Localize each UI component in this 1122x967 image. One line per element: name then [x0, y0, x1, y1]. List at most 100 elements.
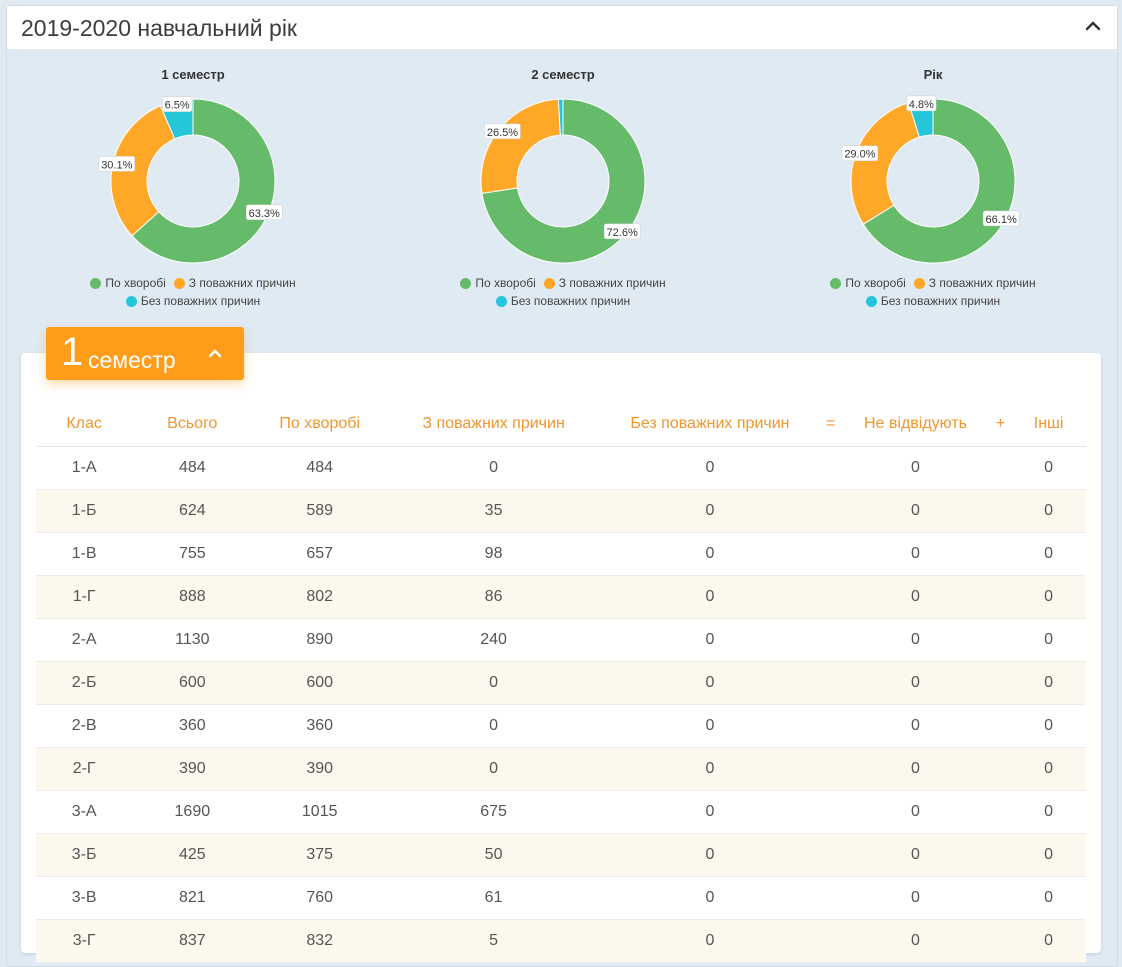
legend-dot-icon — [90, 278, 102, 289]
collapse-chevron-up-icon[interactable] — [1083, 16, 1103, 36]
table-row: 2-Г 390 390 0 0 0 0 — [36, 747, 1086, 791]
table-cell: 3-В — [36, 876, 133, 920]
table-cell: 2-А — [36, 618, 133, 662]
legend-item[interactable]: Без поважних причин — [495, 294, 630, 308]
panel-header[interactable]: 2019-2020 навчальний рік — [7, 6, 1117, 50]
table-cell: 0 — [600, 489, 820, 533]
table-cell: 3-А — [36, 790, 133, 834]
table-row: 2-В 360 360 0 0 0 0 — [36, 704, 1086, 748]
legend-dot-icon — [460, 278, 472, 289]
table-cell: 890 — [252, 618, 388, 662]
table-cell: 0 — [387, 704, 601, 748]
column-header[interactable]: Клас — [36, 402, 133, 447]
table-cell — [819, 575, 842, 619]
slice-data-label: 66.1% — [982, 210, 1020, 227]
panel-title: 2019-2020 навчальний рік — [21, 15, 297, 41]
legend-item[interactable]: По хворобі — [830, 276, 906, 290]
table-cell: 1-Г — [36, 575, 133, 619]
table-cell — [989, 446, 1012, 490]
legend-label: Без поважних причин — [880, 294, 1001, 308]
donut-chart-semester-2: 72.6% 26.5% 2 семестр По хворобі З поважних … — [433, 51, 693, 311]
table-cell — [989, 618, 1012, 662]
legend-item[interactable]: По хворобі — [460, 276, 536, 290]
table-cell: 35 — [387, 489, 601, 533]
table-cell — [819, 790, 842, 834]
semester-toggle-button[interactable]: 1 семестр — [46, 327, 244, 380]
svg-text:4.8%: 4.8% — [909, 99, 934, 111]
table-cell: 0 — [1011, 446, 1086, 490]
table-cell: 657 — [252, 532, 388, 576]
column-header[interactable]: По хворобі — [252, 402, 388, 447]
table-row: 3-А 1690 1015 675 0 0 0 — [36, 790, 1086, 834]
table-cell: 0 — [841, 747, 990, 791]
column-header[interactable]: + — [989, 402, 1012, 447]
table-cell: 1690 — [132, 790, 253, 834]
donut-chart-semester-1: 63.3% 30.1% 6.5% 1 семестр По хворобі З поваж… — [63, 51, 323, 311]
table-cell: 675 — [387, 790, 601, 834]
table-cell: 2-В — [36, 704, 133, 748]
table-cell: 0 — [1011, 790, 1086, 834]
legend-item[interactable]: З поважних причин — [173, 276, 296, 290]
table-cell: 0 — [1011, 618, 1086, 662]
table-row: 3-Г 837 832 5 0 0 0 — [36, 919, 1086, 963]
table-cell: 0 — [600, 618, 820, 662]
table-cell: 0 — [841, 704, 990, 748]
column-header[interactable]: Інші — [1011, 402, 1086, 447]
table-cell: 0 — [387, 661, 601, 705]
donut-chart-year: 66.1% 29.0% 4.8% Рік По хворобі З поважних пр… — [803, 51, 1063, 311]
donut-slice-2[interactable] — [850, 102, 920, 225]
table-cell — [989, 704, 1012, 748]
table-cell — [819, 446, 842, 490]
legend-item[interactable]: По хворобі — [90, 276, 166, 290]
legend-item[interactable]: З поважних причин — [913, 276, 1036, 290]
table-cell: 0 — [600, 446, 820, 490]
table-cell: 0 — [841, 446, 990, 490]
svg-text:6.5%: 6.5% — [165, 100, 190, 112]
donut-slice-2[interactable] — [480, 98, 561, 194]
table-cell: 61 — [387, 876, 601, 920]
table-cell: 0 — [600, 833, 820, 877]
table-header-row: Клас Всього По хворобі З поважних причин Без… — [36, 402, 1086, 447]
table-row: 1-Г 888 802 86 0 0 0 — [36, 575, 1086, 619]
table-cell — [819, 704, 842, 748]
column-header[interactable]: Не відвідують — [841, 402, 990, 447]
table-cell — [819, 833, 842, 877]
column-header[interactable]: Без поважних причин — [600, 402, 820, 447]
column-header[interactable]: З поважних причин — [387, 402, 601, 447]
chart-title: 2 семестр — [531, 67, 595, 82]
column-header[interactable]: Всього — [132, 402, 253, 447]
slice-data-label: 29.0% — [841, 145, 879, 161]
table-cell — [819, 489, 842, 533]
table-cell: 1-А — [36, 446, 133, 490]
table-cell: 600 — [252, 661, 388, 705]
table-cell: 600 — [132, 661, 253, 705]
table-cell: 0 — [1011, 532, 1086, 576]
table-cell: 484 — [132, 446, 253, 490]
legend-item[interactable]: Без поважних причин — [125, 294, 260, 308]
table-cell: 0 — [600, 532, 820, 576]
chart-title: 1 семестр — [161, 67, 225, 82]
semester-table-card: Клас Всього По хворобі З поважних причин Без… — [21, 353, 1101, 963]
semester-number: 1 — [61, 330, 84, 374]
legend-label: З поважних причин — [188, 276, 296, 290]
legend-item[interactable]: Без поважних причин — [865, 294, 1001, 308]
legend-label: З поважних причин — [558, 276, 666, 290]
table-cell: 360 — [252, 704, 388, 748]
semester-label: семестр — [88, 347, 176, 373]
table-cell: 3-Г — [36, 919, 133, 963]
table-cell: 0 — [387, 446, 601, 490]
table-cell — [989, 876, 1012, 920]
table-cell: 0 — [1011, 747, 1086, 791]
legend-item[interactable]: З поважних причин — [543, 276, 666, 290]
table-cell: 0 — [600, 747, 820, 791]
table-cell: 484 — [252, 446, 388, 490]
svg-text:29.0%: 29.0% — [844, 149, 875, 161]
table-cell — [989, 661, 1012, 705]
column-header[interactable]: = — [819, 402, 842, 447]
table-cell — [819, 919, 842, 963]
table-cell — [989, 790, 1012, 834]
table-row: 1-А 484 484 0 0 0 0 — [36, 446, 1086, 490]
chart-legend: По хворобі З поважних причин — [63, 276, 323, 290]
table-cell: 0 — [600, 575, 820, 619]
legend-dot-icon — [913, 278, 925, 289]
